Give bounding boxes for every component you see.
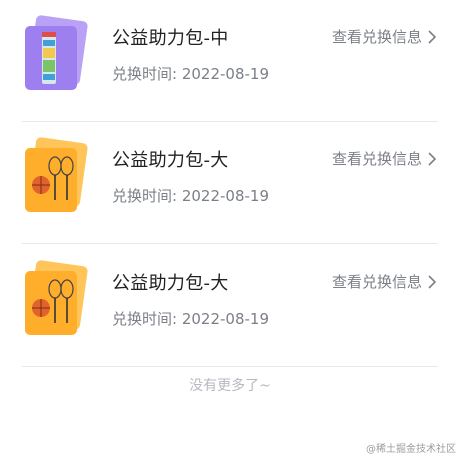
orange-racket-basketball-pack-icon [22,259,92,335]
watermark: @稀土掘金技术社区 [366,444,456,455]
record-item: 公益助力包-中 兑换时间: 2022-08-19 查看兑换信息 [22,0,438,122]
purple-badminton-tube-pack-icon [22,14,92,90]
record-title: 公益助力包-大 [112,273,229,294]
exchange-time: 兑换时间: 2022-08-19 [112,310,269,328]
view-exchange-info-label: 查看兑换信息 [331,273,422,291]
exchange-time: 兑换时间: 2022-08-19 [112,187,269,205]
chevron-right-icon [428,151,437,166]
record-item: 公益助力包-大 兑换时间: 2022-08-19 查看兑换信息 [22,245,438,367]
view-exchange-info-button[interactable]: 查看兑换信息 [332,26,438,47]
view-exchange-info-label: 查看兑换信息 [331,150,422,168]
record-title: 公益助力包-大 [112,150,229,171]
exchange-records-page: 公益助力包-中 兑换时间: 2022-08-19 查看兑换信息 公益助力包-大 … [0,0,460,460]
chevron-right-icon [428,274,437,289]
record-title: 公益助力包-中 [112,28,229,49]
no-more-text: 没有更多了~ [189,378,271,394]
chevron-right-icon [428,29,437,44]
exchange-time: 兑换时间: 2022-08-19 [112,65,269,83]
view-exchange-info-label: 查看兑换信息 [331,28,422,46]
orange-racket-basketball-pack-icon [22,136,92,212]
view-exchange-info-button[interactable]: 查看兑换信息 [332,148,438,169]
view-exchange-info-button[interactable]: 查看兑换信息 [332,271,438,292]
record-item: 公益助力包-大 兑换时间: 2022-08-19 查看兑换信息 [22,122,438,244]
